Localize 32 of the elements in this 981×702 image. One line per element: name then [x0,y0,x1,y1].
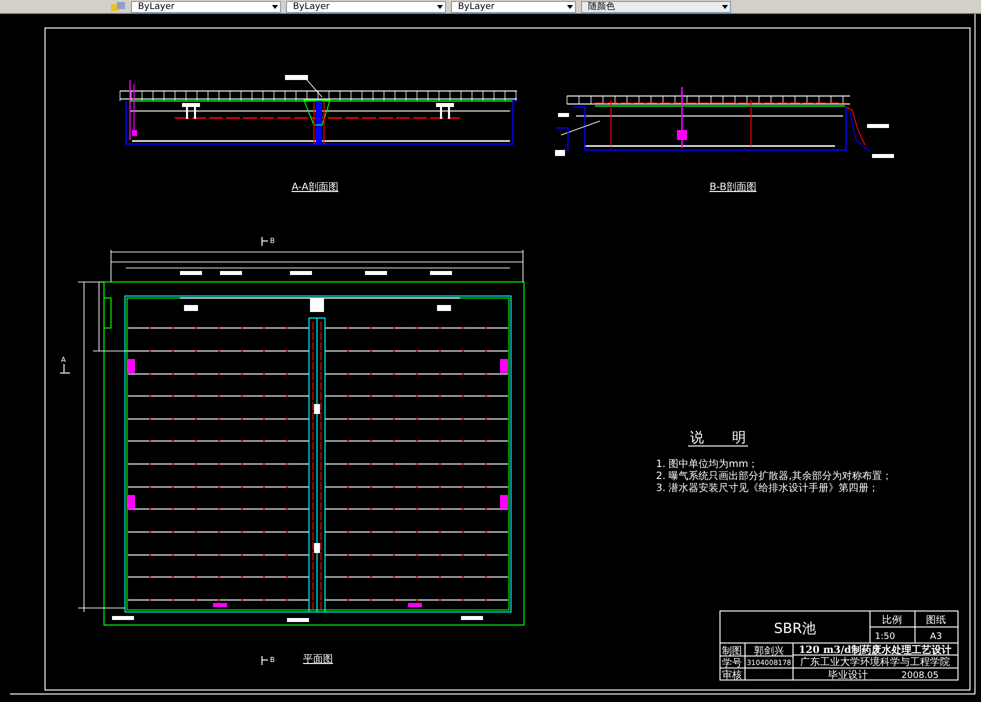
section-mark-icon [262,236,268,246]
drawn-by-label: 制图 [722,646,742,657]
scale-value: 1:50 [874,632,896,642]
section-mark-icon [262,656,268,666]
view-title: B-B剖面图 [710,182,756,193]
checked-by-label: 审核 [722,670,742,681]
property-dropdown[interactable]: ByLayer [451,0,576,12]
note-text: 2. 曝气系统只画出部分扩散器,其余部分为对称布置； [656,471,892,482]
drawing-name: SBR池 [774,621,816,637]
note-text: 3. 潜水器安装尺寸见《给排水设计手册》第四册； [656,483,879,494]
property-dropdown[interactable]: 随颜色 [581,0,731,12]
property-dropdown[interactable]: ByLayer [131,0,281,12]
scale-label: 比例 [882,615,902,626]
caret-icon [722,4,728,8]
note-text: 1. 图中单位均为mm； [656,459,758,470]
caret-icon [437,4,443,8]
project-title: 120 m3/d制药废水处理工艺设计 [798,645,952,656]
drawn-by-name: 郭剑兴 [754,646,784,657]
sheet-value: A3 [930,632,942,642]
layer-icon[interactable] [110,1,126,12]
section-mark-icon [60,364,70,374]
school-name: 广东工业大学环境科学与工程学院 [800,657,950,668]
caret-icon [272,4,278,8]
view-title: A-A剖面图 [292,182,338,193]
date-text: 2008.05 [901,671,939,681]
property-dropdown[interactable]: ByLayer [286,0,446,12]
sheet-label: 图纸 [926,615,946,626]
notes-heading: 说 明 [690,430,746,446]
caret-icon [567,4,573,8]
view-title: 平面图 [303,654,333,665]
student-no-label: 学号 [722,658,742,669]
thesis-label: 毕业设计 [828,670,868,681]
